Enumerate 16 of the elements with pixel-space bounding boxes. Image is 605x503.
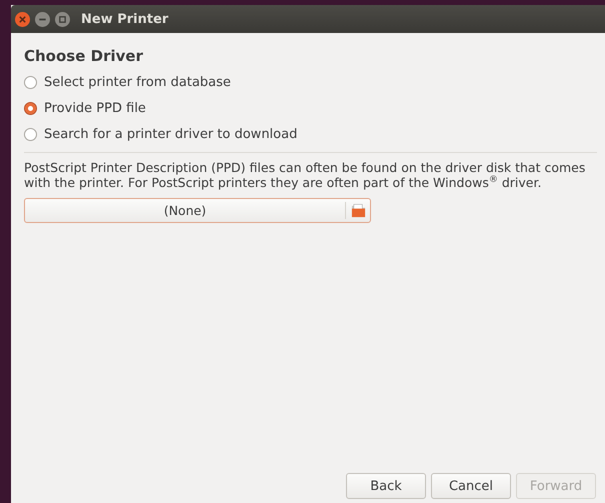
page-heading: Choose Driver [24, 47, 144, 65]
radio-button[interactable] [24, 128, 37, 141]
file-chooser-button[interactable]: (None) [24, 198, 371, 223]
dialog-button[interactable]: Cancel [431, 473, 511, 499]
dialog-button[interactable]: Back [346, 473, 426, 499]
radio-button[interactable] [24, 102, 37, 115]
radio-button[interactable] [24, 76, 37, 89]
radio-label[interactable]: Search for a printer driver to download [44, 127, 298, 142]
radio-label[interactable]: Provide PPD file [44, 101, 146, 116]
description-text: PostScript Printer Description (PPD) files can often be found on the driver disk that comes with the printer. For PostScript printers they are often part of the Windows$^{®}$ driver. [24, 160, 586, 190]
minimize-icon[interactable] [35, 12, 50, 26]
folder-icon [351, 203, 366, 218]
maximize-icon[interactable] [55, 12, 70, 26]
window-title: New Printer [81, 12, 168, 26]
radio-label[interactable]: Select printer from database [44, 75, 231, 90]
close-icon[interactable] [15, 12, 30, 26]
